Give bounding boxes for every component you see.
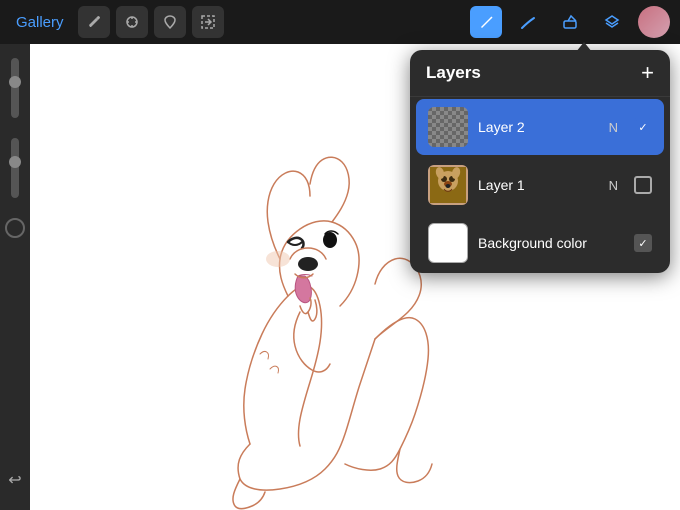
top-toolbar: Gallery [0, 0, 680, 44]
layers-panel: Layers + Layer 2 N Layer 1 [410, 50, 670, 273]
eraser-tool-button[interactable] [554, 6, 586, 38]
toolbar-icons [78, 6, 224, 38]
layer2-name: Layer 2 [478, 119, 599, 135]
layer1-blend: N [609, 178, 618, 193]
undo-button[interactable]: ↩ [8, 470, 21, 490]
background-color-swatch [428, 223, 468, 263]
selection-button[interactable] [154, 6, 186, 38]
brush-size-slider[interactable] [11, 58, 19, 118]
adjust-button[interactable] [116, 6, 148, 38]
layer-item-layer2[interactable]: Layer 2 N [416, 99, 664, 155]
wrench-button[interactable] [78, 6, 110, 38]
pen-tool-button[interactable] [470, 6, 502, 38]
toolbar-right [470, 6, 670, 38]
layer1-visibility[interactable] [634, 176, 652, 194]
layer-item-layer1[interactable]: Layer 1 N [416, 157, 664, 213]
layer1-name: Layer 1 [478, 177, 599, 193]
brush-opacity-slider[interactable] [11, 138, 19, 198]
color-picker[interactable] [5, 218, 25, 238]
smudge-tool-button[interactable] [512, 6, 544, 38]
layer2-blend: N [609, 120, 618, 135]
panel-pointer [576, 42, 592, 52]
background-visibility[interactable] [634, 234, 652, 252]
layers-panel-title: Layers [426, 63, 481, 83]
background-name: Background color [478, 235, 624, 251]
add-layer-button[interactable]: + [641, 62, 654, 84]
layer1-thumbnail [428, 165, 468, 205]
layers-toggle-button[interactable] [596, 6, 628, 38]
avatar[interactable] [638, 6, 670, 38]
layer2-visibility[interactable] [634, 118, 652, 136]
layer-item-background[interactable]: Background color [416, 215, 664, 271]
layer2-thumbnail [428, 107, 468, 147]
gallery-button[interactable]: Gallery [10, 14, 70, 31]
layers-header: Layers + [410, 50, 670, 97]
left-sidebar: ↩ [0, 44, 30, 510]
transform-button[interactable] [192, 6, 224, 38]
